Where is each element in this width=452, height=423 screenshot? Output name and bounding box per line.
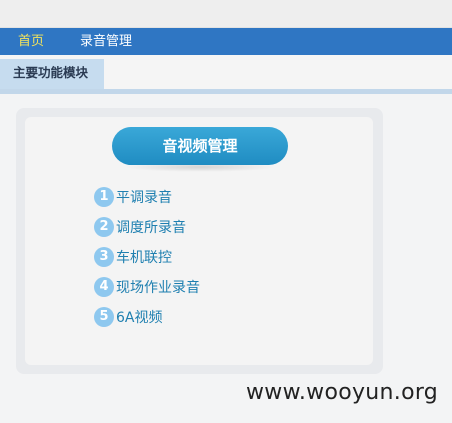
menu-item-label[interactable]: 平调录音: [116, 187, 172, 207]
number-badge: 5: [94, 307, 114, 327]
nav-item-recording-management[interactable]: 录音管理: [80, 28, 132, 55]
tab-bar: 主要功能模块: [0, 55, 452, 94]
tab-underline: [0, 89, 452, 94]
menu-item-vehicle-control[interactable]: 3 车机联控: [94, 246, 172, 268]
top-gap: [0, 0, 452, 28]
number-badge: 4: [94, 277, 114, 297]
menu-item-label[interactable]: 车机联控: [116, 247, 172, 267]
number-badge: 3: [94, 247, 114, 267]
menu-item-label[interactable]: 6A视频: [116, 307, 162, 327]
module-title: 音视频管理: [112, 127, 288, 165]
tab-main-modules[interactable]: 主要功能模块: [0, 59, 104, 90]
watermark: www.wooyun.org: [246, 380, 439, 405]
number-badge: 2: [94, 217, 114, 237]
menu-item-label[interactable]: 调度所录音: [116, 217, 186, 237]
menu-item-field-work-recording[interactable]: 4 现场作业录音: [94, 276, 200, 298]
nav-item-home[interactable]: 首页: [18, 28, 44, 55]
menu-item-level-recording[interactable]: 1 平调录音: [94, 186, 172, 208]
menu-item-label[interactable]: 现场作业录音: [116, 277, 200, 297]
menu-item-dispatch-recording[interactable]: 2 调度所录音: [94, 216, 186, 238]
number-badge: 1: [94, 187, 114, 207]
top-nav-bar: 首页 录音管理: [0, 28, 452, 55]
menu-item-6a-video[interactable]: 5 6A视频: [94, 306, 162, 328]
